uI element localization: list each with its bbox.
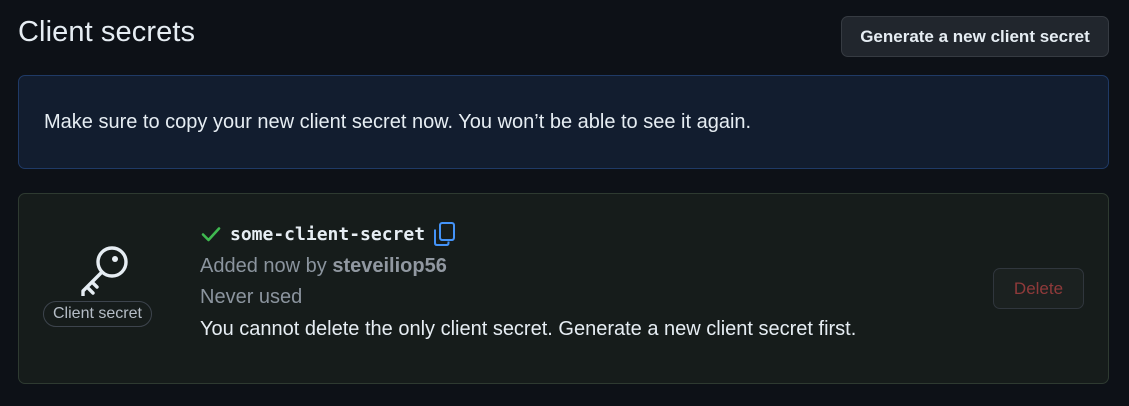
delete-warning: You cannot delete the only client secret… (200, 318, 857, 340)
key-icon (74, 244, 134, 298)
client-secret-badge: Client secret (43, 301, 152, 327)
added-prefix: Added now by (200, 255, 327, 277)
page-title: Client secrets (18, 16, 196, 48)
secret-name: some-client-secret (230, 223, 426, 245)
secret-name-row: some-client-secret (200, 221, 457, 247)
copy-icon[interactable] (431, 221, 457, 247)
copy-secret-flash: Make sure to copy your new client secret… (18, 75, 1109, 169)
added-by-user: steveiliop56 (332, 255, 447, 277)
secret-usage: Never used (200, 286, 303, 308)
client-secret-item: Client secret some-client-secret Added n… (18, 193, 1109, 384)
delete-secret-button[interactable]: Delete (993, 268, 1084, 309)
check-icon (200, 223, 222, 245)
flash-message: Make sure to copy your new client secret… (44, 110, 752, 133)
generate-client-secret-button[interactable]: Generate a new client secret (841, 16, 1109, 57)
client-secrets-page: Client secrets Generate a new client sec… (0, 0, 1129, 406)
secret-added-info: Added now by steveiliop56 (200, 255, 447, 278)
